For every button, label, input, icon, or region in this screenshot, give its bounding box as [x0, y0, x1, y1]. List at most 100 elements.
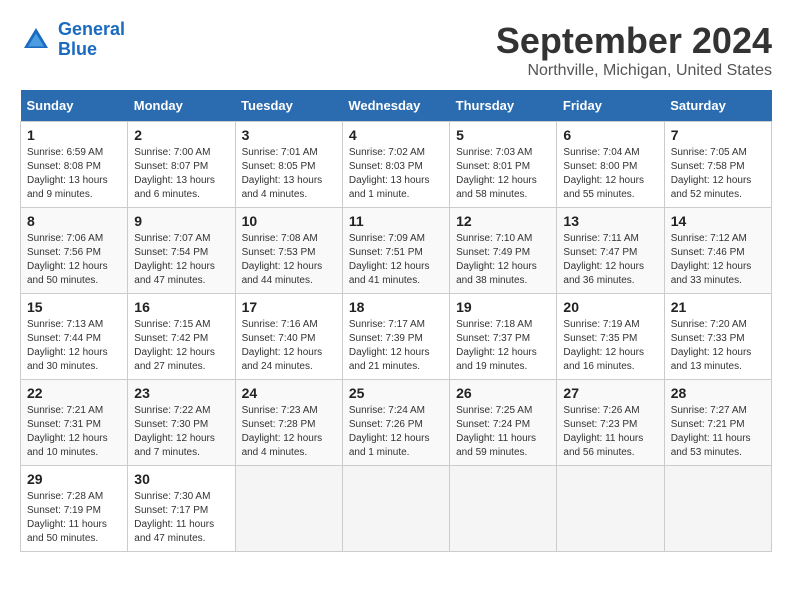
calendar-cell: 5Sunrise: 7:03 AMSunset: 8:01 PMDaylight… [450, 122, 557, 208]
day-number: 10 [242, 213, 336, 229]
day-info: Sunrise: 7:12 AMSunset: 7:46 PMDaylight:… [671, 232, 765, 288]
day-info: Sunrise: 7:20 AMSunset: 7:33 PMDaylight:… [671, 318, 765, 374]
day-info: Sunrise: 7:00 AMSunset: 8:07 PMDaylight:… [134, 146, 228, 202]
day-number: 4 [349, 127, 443, 143]
day-number: 26 [456, 385, 550, 401]
day-number: 29 [27, 471, 121, 487]
day-info: Sunrise: 7:04 AMSunset: 8:00 PMDaylight:… [563, 146, 657, 202]
calendar-cell: 18Sunrise: 7:17 AMSunset: 7:39 PMDayligh… [342, 294, 449, 380]
day-number: 19 [456, 299, 550, 315]
page-subtitle: Northville, Michigan, United States [496, 62, 772, 80]
calendar-cell: 7 Sunrise: 7:05 AMSunset: 7:58 PMDaylight… [664, 122, 771, 208]
calendar-cell: 26 Sunrise: 7:25 AMSunset: 7:24 PMDayligh… [450, 380, 557, 466]
day-info: Sunrise: 7:25 AMSunset: 7:24 PMDaylight:… [456, 404, 550, 460]
day-header-thursday: Thursday [450, 90, 557, 122]
day-info: Sunrise: 7:05 AMSunset: 7:58 PMDaylight:… [671, 146, 765, 202]
day-number: 17 [242, 299, 336, 315]
day-info: Sunrise: 7:16 AMSunset: 7:40 PMDaylight:… [242, 318, 336, 374]
day-number: 8 [27, 213, 121, 229]
day-info: Sunrise: 7:26 AMSunset: 7:23 PMDaylight:… [563, 404, 657, 460]
calendar-cell [450, 466, 557, 552]
calendar-cell: 8Sunrise: 7:06 AMSunset: 7:56 PMDaylight… [21, 208, 128, 294]
logo-text: General Blue [58, 20, 125, 60]
day-header-sunday: Sunday [21, 90, 128, 122]
day-header-saturday: Saturday [664, 90, 771, 122]
calendar-cell: 10 Sunrise: 7:08 AMSunset: 7:53 PMDayligh… [235, 208, 342, 294]
day-number: 7 [671, 127, 765, 143]
logo-line1: General [58, 19, 125, 39]
calendar-cell [235, 466, 342, 552]
day-info: Sunrise: 7:23 AMSunset: 7:28 PMDaylight:… [242, 404, 336, 460]
calendar-week-row: 8Sunrise: 7:06 AMSunset: 7:56 PMDaylight… [21, 208, 772, 294]
day-number: 13 [563, 213, 657, 229]
day-number: 6 [563, 127, 657, 143]
calendar-cell: 22 Sunrise: 7:21 AMSunset: 7:31 PMDayligh… [21, 380, 128, 466]
calendar-cell [557, 466, 664, 552]
day-number: 21 [671, 299, 765, 315]
calendar-cell: 27 Sunrise: 7:26 AMSunset: 7:23 PMDayligh… [557, 380, 664, 466]
calendar-cell: 11 Sunrise: 7:09 AMSunset: 7:51 PMDayligh… [342, 208, 449, 294]
day-number: 25 [349, 385, 443, 401]
calendar-cell [342, 466, 449, 552]
page-title: September 2024 [496, 20, 772, 62]
day-info: Sunrise: 7:30 AMSunset: 7:17 PMDaylight:… [134, 490, 228, 546]
day-info: Sunrise: 7:21 AMSunset: 7:31 PMDaylight:… [27, 404, 121, 460]
day-number: 23 [134, 385, 228, 401]
calendar-cell: 1Sunrise: 6:59 AMSunset: 8:08 PMDaylight… [21, 122, 128, 208]
day-info: Sunrise: 7:15 AMSunset: 7:42 PMDaylight:… [134, 318, 228, 374]
day-info: Sunrise: 7:13 AMSunset: 7:44 PMDaylight:… [27, 318, 121, 374]
day-info: Sunrise: 7:22 AMSunset: 7:30 PMDaylight:… [134, 404, 228, 460]
calendar-cell: 13Sunrise: 7:11 AMSunset: 7:47 PMDayligh… [557, 208, 664, 294]
calendar-table: SundayMondayTuesdayWednesdayThursdayFrid… [20, 90, 772, 552]
day-info: Sunrise: 7:19 AMSunset: 7:35 PMDaylight:… [563, 318, 657, 374]
day-number: 5 [456, 127, 550, 143]
day-number: 14 [671, 213, 765, 229]
calendar-week-row: 29Sunrise: 7:28 AMSunset: 7:19 PMDayligh… [21, 466, 772, 552]
calendar-cell: 16 Sunrise: 7:15 AMSunset: 7:42 PMDayligh… [128, 294, 235, 380]
day-number: 2 [134, 127, 228, 143]
day-info: Sunrise: 7:09 AMSunset: 7:51 PMDaylight:… [349, 232, 443, 288]
calendar-cell: 24 Sunrise: 7:23 AMSunset: 7:28 PMDayligh… [235, 380, 342, 466]
calendar-cell: 28 Sunrise: 7:27 AMSunset: 7:21 PMDayligh… [664, 380, 771, 466]
day-header-tuesday: Tuesday [235, 90, 342, 122]
calendar-cell: 12Sunrise: 7:10 AMSunset: 7:49 PMDayligh… [450, 208, 557, 294]
day-number: 22 [27, 385, 121, 401]
day-info: Sunrise: 7:27 AMSunset: 7:21 PMDaylight:… [671, 404, 765, 460]
logo-line2: Blue [58, 39, 97, 59]
day-header-wednesday: Wednesday [342, 90, 449, 122]
calendar-cell: 23 Sunrise: 7:22 AMSunset: 7:30 PMDayligh… [128, 380, 235, 466]
day-info: Sunrise: 7:08 AMSunset: 7:53 PMDaylight:… [242, 232, 336, 288]
day-number: 20 [563, 299, 657, 315]
day-info: Sunrise: 7:24 AMSunset: 7:26 PMDaylight:… [349, 404, 443, 460]
day-info: Sunrise: 7:18 AMSunset: 7:37 PMDaylight:… [456, 318, 550, 374]
day-number: 1 [27, 127, 121, 143]
calendar-cell [664, 466, 771, 552]
calendar-cell: 14 Sunrise: 7:12 AMSunset: 7:46 PMDayligh… [664, 208, 771, 294]
calendar-week-row: 1Sunrise: 6:59 AMSunset: 8:08 PMDaylight… [21, 122, 772, 208]
day-number: 24 [242, 385, 336, 401]
calendar-cell: 29Sunrise: 7:28 AMSunset: 7:19 PMDayligh… [21, 466, 128, 552]
title-section: September 2024 Northville, Michigan, Uni… [496, 20, 772, 80]
calendar-cell: 15 Sunrise: 7:13 AMSunset: 7:44 PMDayligh… [21, 294, 128, 380]
day-number: 16 [134, 299, 228, 315]
day-number: 30 [134, 471, 228, 487]
page-header: General Blue September 2024 Northville, … [20, 20, 772, 80]
calendar-cell: 19 Sunrise: 7:18 AMSunset: 7:37 PMDayligh… [450, 294, 557, 380]
day-number: 28 [671, 385, 765, 401]
calendar-cell: 6 Sunrise: 7:04 AMSunset: 8:00 PMDaylight… [557, 122, 664, 208]
day-number: 3 [242, 127, 336, 143]
day-number: 11 [349, 213, 443, 229]
calendar-cell: 30 Sunrise: 7:30 AMSunset: 7:17 PMDayligh… [128, 466, 235, 552]
calendar-cell: 3 Sunrise: 7:01 AMSunset: 8:05 PMDaylight… [235, 122, 342, 208]
day-number: 15 [27, 299, 121, 315]
calendar-header-row: SundayMondayTuesdayWednesdayThursdayFrid… [21, 90, 772, 122]
day-number: 27 [563, 385, 657, 401]
calendar-cell: 25 Sunrise: 7:24 AMSunset: 7:26 PMDayligh… [342, 380, 449, 466]
calendar-cell: 4Sunrise: 7:02 AMSunset: 8:03 PMDaylight… [342, 122, 449, 208]
calendar-cell: 9Sunrise: 7:07 AMSunset: 7:54 PMDaylight… [128, 208, 235, 294]
day-info: Sunrise: 7:07 AMSunset: 7:54 PMDaylight:… [134, 232, 228, 288]
day-info: Sunrise: 7:10 AMSunset: 7:49 PMDaylight:… [456, 232, 550, 288]
day-header-friday: Friday [557, 90, 664, 122]
day-header-monday: Monday [128, 90, 235, 122]
day-info: Sunrise: 7:01 AMSunset: 8:05 PMDaylight:… [242, 146, 336, 202]
